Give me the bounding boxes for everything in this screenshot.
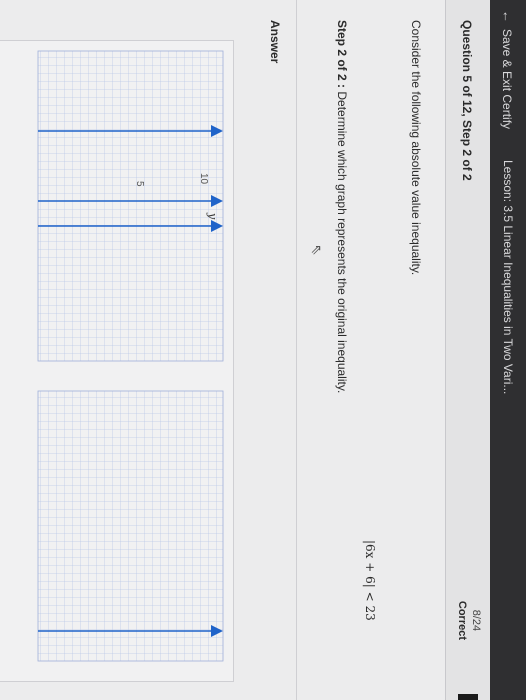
step-text: Determine which graph represents the ori… [335, 88, 349, 394]
graph-a-grid [37, 50, 224, 362]
problem-prompt: Consider the following absolute value in… [409, 20, 423, 276]
score-label: Correct [456, 600, 468, 640]
graph-option-b[interactable] [33, 381, 233, 671]
back-arrow-icon: ← [500, 10, 515, 23]
save-exit-button[interactable]: ← Save & Exit Certify [500, 10, 515, 129]
pointer-cursor-icon: ⇖ [309, 244, 325, 256]
graph-a-tick-10: 10 [198, 173, 209, 185]
question-content: Consider the following absolute value in… [0, 0, 445, 700]
side-tab[interactable] [458, 694, 478, 700]
score-fraction: 8/24 [470, 609, 482, 632]
question-number: Question 5 of 12, Step 2 of 2 [460, 20, 474, 181]
graph-option-a[interactable]: y 10 5 [33, 41, 233, 371]
save-exit-label: Save & Exit Certify [500, 29, 515, 130]
answer-label: Answer [268, 20, 282, 64]
top-bar: ← Save & Exit Certify Lesson: 3.5 Linear… [490, 0, 526, 700]
question-header: Question 5 of 12, Step 2 of 2 8/24 Corre… [445, 0, 490, 700]
inequality-expression: |6x + 6| < 23 [363, 540, 377, 621]
score-box: 8/24 Correct [455, 601, 483, 640]
page: ← Save & Exit Certify Lesson: 3.5 Linear… [0, 0, 526, 700]
graph-choices-panel: y 10 5 [0, 40, 234, 682]
graph-a-y-label: y [206, 212, 219, 220]
step-instruction: Step 2 of 2 : Determine which graph repr… [335, 20, 349, 393]
answer-section: Answer y 10 5 [0, 0, 297, 700]
graph-a-tick-5: 5 [134, 181, 145, 187]
lesson-title: Lesson: 3.5 Linear Inequalities in Two V… [501, 160, 515, 395]
graph-b-grid [37, 390, 224, 662]
step-label: Step 2 of 2 : [335, 20, 349, 89]
